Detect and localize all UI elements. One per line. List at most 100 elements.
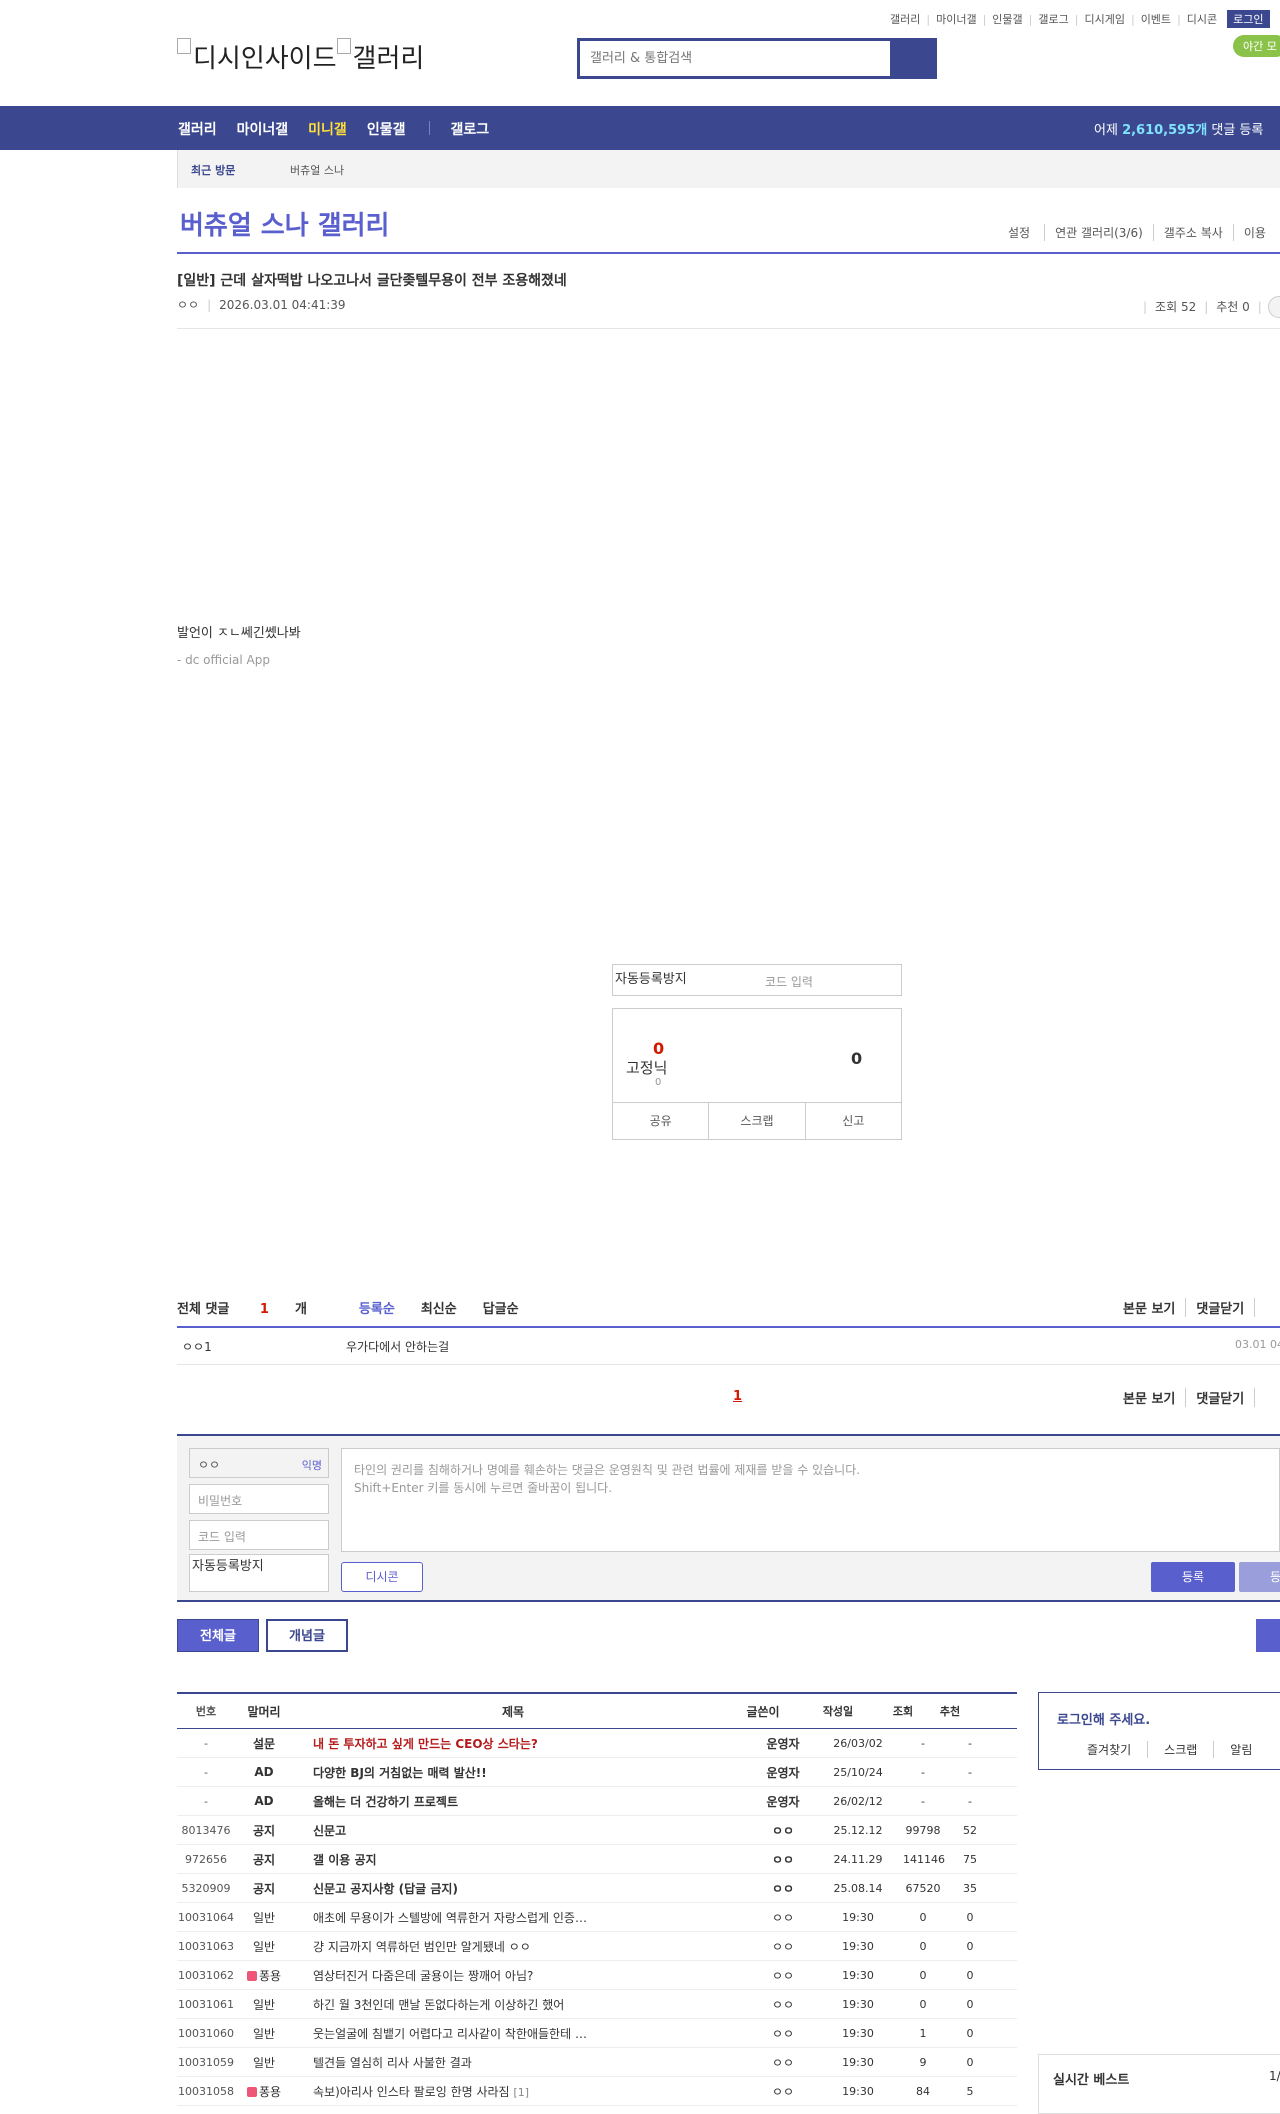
settings-link[interactable]: 설정 [1008,224,1044,241]
sort-registered[interactable]: 등록순 [359,1298,395,1317]
table-row[interactable]: - AD 올해는 더 건강하기 프로젝트 운영자 26/02/12 - - [177,1787,1017,1816]
related-gallery-link[interactable]: 연관 갤러리(3/6) [1044,224,1153,241]
comment-date: 03.01 04 [1235,1338,1280,1351]
row-writer[interactable]: ㅇㅇ [753,1938,813,1955]
nav-minor[interactable]: 마이너갤 [237,119,289,139]
row-title[interactable]: 다양한 BJ의 거침없는 매력 발산!! [293,1764,753,1781]
favorites-link[interactable]: 즐겨찾기 [1087,1741,1147,1758]
row-title[interactable]: 하긴 월 3천인데 맨날 돈없다하는게 이상하긴 했어 [293,1996,753,2013]
recent-item[interactable]: 버츄얼 스나 [290,162,344,178]
util-link-minor[interactable]: 마이너갤 [936,11,976,27]
tab-best-posts[interactable]: 개념글 [266,1619,348,1652]
view-body-button[interactable]: 본문 보기 [1123,1298,1185,1317]
nav-gallog[interactable]: 갤로그 [450,119,489,139]
close-comments-button[interactable]: 댓글닫기 [1185,1298,1254,1317]
write-button[interactable] [1256,1619,1280,1652]
table-row[interactable]: 972656 공지 갤 이용 공지 ㅇㅇ 24.11.29 141146 75 [177,1845,1017,1874]
login-prompt[interactable]: 로그인해 주세요. [1057,1709,1150,1728]
night-mode-toggle[interactable]: 야간 모 [1233,35,1280,57]
notification-link[interactable]: 알림 [1213,1741,1268,1758]
row-title[interactable]: 웃는얼굴에 침뱉기 어렵다고 리사같이 착한애들한테 … [293,2025,753,2042]
copy-address-link[interactable]: 갤주소 복사 [1152,224,1233,241]
submit-recommend-button[interactable]: 등록 [1239,1562,1280,1592]
row-title[interactable]: 텔견들 열심히 리사 사불한 결과 [293,2054,753,2071]
nav-mini[interactable]: 미니갤 [308,119,347,139]
util-link-gallog[interactable]: 갤로그 [1038,11,1068,27]
row-writer[interactable]: ㅇㅇ [753,2083,813,2100]
util-link-dccon[interactable]: 디시콘 [1187,11,1217,27]
sort-latest[interactable]: 최신순 [421,1298,457,1317]
row-writer[interactable]: 운영자 [753,1764,813,1781]
row-date: 25/10/24 [833,1765,883,1779]
nav-gallery[interactable]: 갤러리 [178,119,217,139]
share-button[interactable]: 공유 [613,1103,708,1139]
row-date: 25.08.14 [833,1881,883,1895]
row-title[interactable]: 애초에 무용이가 스텔방에 역류한거 자랑스럽게 인증… [293,1909,753,1926]
row-title[interactable]: 염상터진거 다줌은데 굴용이는 짱깨어 아님? [293,1967,753,1984]
table-row[interactable]: 8013476 공지 신문고 ㅇㅇ 25.12.12 99798 52 [177,1816,1017,1845]
recommend-up-count[interactable]: 0 [653,1039,664,1058]
comment-page-1[interactable]: 1 [733,1389,742,1404]
comment-actions-bottom: 본문 보기 댓글닫기 [1123,1388,1275,1407]
view-body-button-bottom[interactable]: 본문 보기 [1123,1388,1185,1407]
scrap-button[interactable]: 스크랩 [708,1103,804,1139]
password-field[interactable]: 비밀번호 [189,1484,329,1514]
row-title[interactable]: 속보)아리사 인스타 팔로잉 한명 사라짐 [1] [293,2083,753,2100]
close-comments-button-bottom[interactable]: 댓글닫기 [1185,1388,1254,1407]
search-box [577,38,937,79]
row-writer[interactable]: 운영자 [753,1735,813,1752]
row-views: 9 [919,2055,927,2069]
comment-writer[interactable]: ㅇㅇ1 [182,1338,212,1355]
row-title[interactable]: 갤 이용 공지 [293,1851,753,1868]
comment-textarea[interactable]: 타인의 권리를 침해하거나 명예를 훼손하는 댓글은 운영원칙 및 관련 법률에… [341,1448,1280,1552]
row-date: 26/03/02 [833,1736,883,1750]
table-row[interactable]: 10031059 일반 텔견들 열심히 리사 사불한 결과 ㅇㅇ 19:30 9… [177,2048,1017,2077]
table-row[interactable]: 10031060 일반 웃는얼굴에 침뱉기 어렵다고 리사같이 착한애들한테 …… [177,2019,1017,2048]
util-link-game[interactable]: 디시게임 [1084,11,1124,27]
table-row[interactable]: 10031061 일반 하긴 월 3천인데 맨날 돈없다하는게 이상하긴 했어 … [177,1990,1017,2019]
row-writer[interactable]: ㅇㅇ [753,1909,813,1926]
row-writer[interactable]: ㅇㅇ [753,1880,813,1897]
row-writer[interactable]: 운영자 [753,1793,813,1810]
row-title[interactable]: 신문고 공지사항 (답글 금지) [293,1880,753,1897]
recommend-down-count[interactable]: 0 [851,1049,862,1068]
table-row[interactable]: 10031058 퐁용 속보)아리사 인스타 팔로잉 한명 사라짐 [1] ㅇㅇ… [177,2077,1017,2106]
nav-person[interactable]: 인물갤 [367,119,406,139]
table-row[interactable]: 10031063 일반 걍 지금까지 역류하던 범인만 알게됐네 ㅇㅇ ㅇㅇ 1… [177,1932,1017,1961]
table-row[interactable]: - 설문 내 돈 투자하고 싶게 만드는 CEO상 스타는? 운영자 26/03… [177,1729,1017,1758]
row-writer[interactable]: ㅇㅇ [753,1851,813,1868]
dccon-button[interactable]: 디시콘 [341,1562,423,1592]
row-writer[interactable]: ㅇㅇ [753,2025,813,2042]
sort-reply[interactable]: 답글순 [483,1298,519,1317]
table-row[interactable]: 5320909 공지 신문고 공지사항 (답글 금지) ㅇㅇ 25.08.14 … [177,1874,1017,1903]
code-field[interactable]: 코드 입력 [189,1520,329,1550]
util-link-event[interactable]: 이벤트 [1141,11,1171,27]
util-link-gallery[interactable]: 갤러리 [890,11,920,27]
row-title[interactable]: 신문고 [293,1822,753,1839]
usage-link[interactable]: 이용 [1232,224,1276,241]
captcha-code-input[interactable]: 코드 입력 [765,973,813,990]
site-logo[interactable]: 디시인사이드 갤러리 [177,38,424,75]
submit-button[interactable]: 등록 [1151,1562,1235,1592]
row-writer[interactable]: ㅇㅇ [753,1822,813,1839]
tab-all-posts[interactable]: 전체글 [177,1619,259,1652]
login-button[interactable]: 로그인 [1227,10,1270,28]
row-writer[interactable]: ㅇㅇ [753,1996,813,2013]
row-title[interactable]: 내 돈 투자하고 싶게 만드는 CEO상 스타는? [293,1735,753,1752]
post-author[interactable]: ㅇㅇ [177,298,199,312]
row-title[interactable]: 올해는 더 건강하기 프로젝트 [293,1793,753,1810]
table-row[interactable]: 10031064 일반 애초에 무용이가 스텔방에 역류한거 자랑스럽게 인증…… [177,1903,1017,1932]
scrap-link[interactable]: 스크랩 [1147,1741,1213,1758]
nickname-field[interactable]: ㅇㅇ 익명 [189,1448,329,1478]
util-link-person[interactable]: 인물갤 [992,11,1022,27]
gallery-title[interactable]: 버츄얼 스나 갤러리 [180,205,389,242]
row-recommend: 0 [966,1910,974,1924]
row-writer[interactable]: ㅇㅇ [753,1967,813,1984]
report-button[interactable]: 신고 [804,1103,901,1139]
table-row[interactable]: - AD 다양한 BJ의 거침없는 매력 발산!! 운영자 25/10/24 -… [177,1758,1017,1787]
search-input[interactable] [580,41,890,76]
table-row[interactable]: 10031062 퐁용 염상터진거 다줌은데 굴용이는 짱깨어 아님? ㅇㅇ 1… [177,1961,1017,1990]
row-title[interactable]: 걍 지금까지 역류하던 범인만 알게됐네 ㅇㅇ [293,1938,753,1955]
search-button[interactable] [890,41,934,76]
row-writer[interactable]: ㅇㅇ [753,2054,813,2071]
